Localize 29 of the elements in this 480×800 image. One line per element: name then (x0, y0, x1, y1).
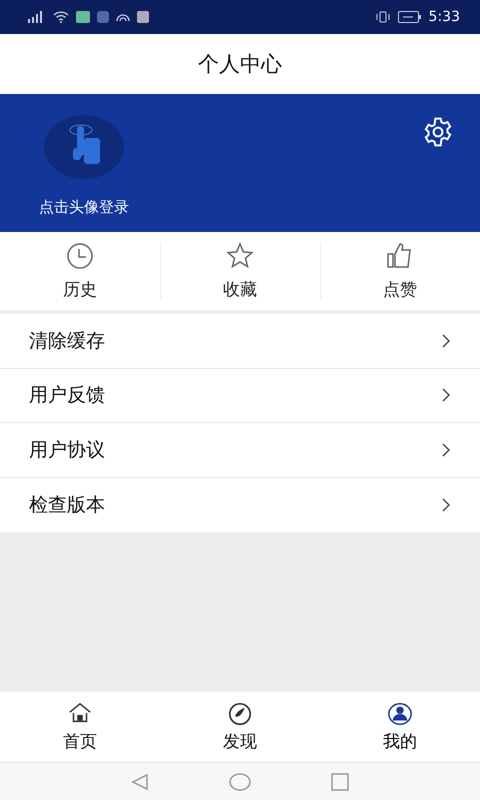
tab-item[interactable]: 发现 (160, 692, 320, 762)
chevron-right-icon (442, 498, 450, 512)
app-notification-icon (76, 11, 90, 23)
login-hint[interactable]: 点击头像登录 (39, 198, 129, 217)
settings-icon[interactable] (422, 116, 454, 148)
wifi-icon (53, 11, 69, 23)
recents-square-icon[interactable] (331, 772, 349, 790)
status-time: 5:33 (428, 9, 460, 25)
avatar-hand-icon[interactable] (43, 114, 125, 180)
tab-item[interactable]: 我的 (320, 692, 480, 762)
battery-icon (398, 11, 422, 23)
clock-icon (66, 242, 94, 270)
compass-icon (226, 701, 254, 727)
quick-action[interactable]: 收藏 (160, 232, 320, 310)
star-icon (226, 242, 254, 270)
thumbs-up-icon (386, 242, 414, 270)
page-title: 个人中心 (198, 51, 282, 78)
home-circle-icon[interactable] (229, 772, 251, 790)
tab-item[interactable]: 首页 (0, 692, 160, 762)
chevron-right-icon (442, 334, 450, 348)
back-icon[interactable] (131, 772, 149, 790)
quick-action[interactable]: 点赞 (320, 232, 480, 310)
person-icon (386, 701, 414, 727)
app-notification-icon (137, 11, 149, 23)
vibrate-icon (374, 11, 391, 23)
chevron-right-icon (442, 442, 450, 457)
chevron-right-icon (442, 388, 450, 402)
quick-action[interactable]: 历史 (0, 232, 160, 310)
app-notification-icon (97, 11, 109, 23)
